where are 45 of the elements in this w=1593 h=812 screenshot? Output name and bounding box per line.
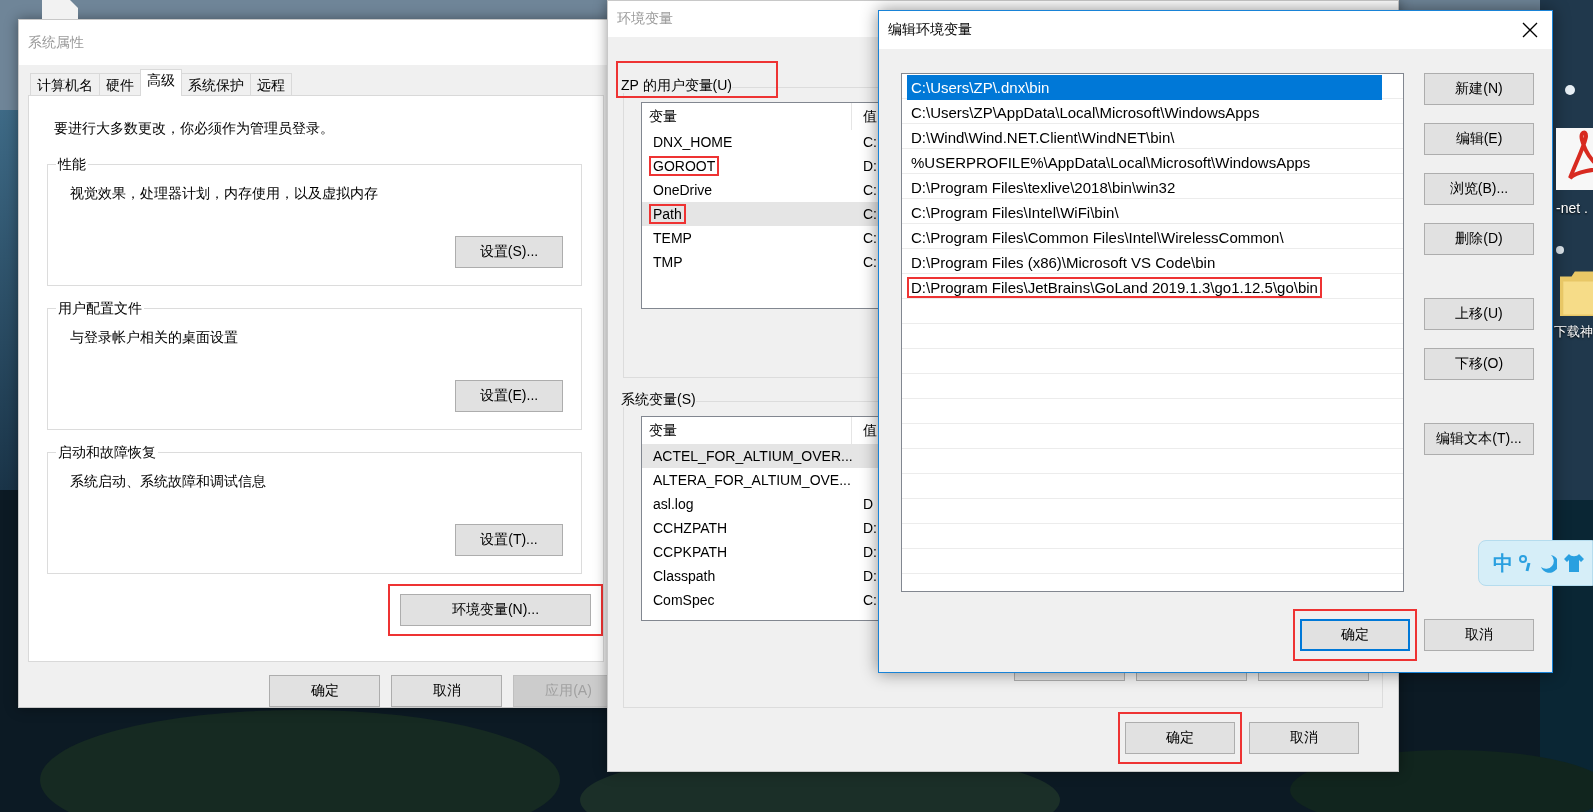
variable-value: C: — [862, 230, 877, 246]
path-entry: D:\Program Files\texlive\2018\bin\win32 — [911, 179, 1176, 196]
variable-value: D: — [862, 520, 877, 536]
window-title: 环境变量 — [617, 10, 673, 28]
path-entry: D:\Wind\Wind.NET.Client\WindNET\bin\ — [911, 129, 1175, 146]
variable-name: asl.log — [653, 496, 694, 512]
group-title: 性能 — [56, 156, 88, 172]
group-title: 用户配置文件 — [56, 300, 144, 316]
variable-value: D: — [862, 568, 877, 584]
variable-name: Classpath — [653, 568, 716, 584]
variable-value: C: — [862, 254, 877, 270]
variable-value: D: — [862, 544, 877, 560]
variable-name: ALTERA_FOR_ALTIUM_OVE... — [653, 472, 851, 488]
variable-name: ACTEL_FOR_ALTIUM_OVER... — [653, 448, 853, 464]
variable-name: OneDrive — [653, 182, 713, 198]
variable-value: C: — [862, 206, 877, 222]
variable-value: D: — [862, 158, 877, 174]
variable-name: CCPKPATH — [653, 544, 728, 560]
group-description: 视觉效果，处理器计划，内存使用，以及虚拟内存 — [70, 185, 379, 203]
variable-value: C: — [862, 592, 877, 608]
variable-name: CCHZPATH — [653, 520, 728, 536]
group-title: ZP 的用户变量(U) — [621, 77, 732, 93]
path-entry: D:\Program Files\JetBrains\GoLand 2019.1.3\go1.12.5\go\bin — [911, 279, 1318, 296]
variable-name: ComSpec — [653, 592, 715, 608]
path-entry: C:\Program Files\Common Files\Intel\WirelessCommon\ — [911, 229, 1284, 246]
window-title: 系统属性 — [28, 33, 84, 52]
path-entry: C:\Users\ZP\AppData\Local\Microsoft\WindowsApps — [911, 104, 1260, 121]
variable-value: C: — [862, 134, 877, 150]
path-entry: C:\Users\ZP\.dnx\bin — [911, 79, 1050, 96]
group-title: 系统变量(S) — [621, 391, 696, 407]
variable-name: GOROOT — [653, 158, 716, 174]
variable-name: DNX_HOME — [653, 134, 733, 150]
notice-text: 要进行大多数更改，你必须作为管理员登录。 — [53, 120, 335, 138]
path-entry: C:\Program Files\Intel\WiFi\bin\ — [911, 204, 1119, 221]
variable-value: C: — [862, 182, 877, 198]
variable-value: D — [862, 496, 874, 512]
path-entry: %USERPROFILE%\AppData\Local\Microsoft\WindowsApps — [911, 154, 1311, 171]
variable-name: TMP — [653, 254, 683, 270]
variable-name: TEMP — [653, 230, 692, 246]
group-description: 与登录帐户相关的桌面设置 — [70, 329, 239, 347]
group-title: 启动和故障恢复 — [56, 444, 158, 460]
group-description: 系统启动、系统故障和调试信息 — [70, 473, 267, 491]
window-title: 编辑环境变量 — [888, 21, 972, 39]
variable-name: Path — [653, 206, 682, 222]
path-entry: D:\Program Files (x86)\Microsoft VS Code\bin — [911, 254, 1216, 271]
